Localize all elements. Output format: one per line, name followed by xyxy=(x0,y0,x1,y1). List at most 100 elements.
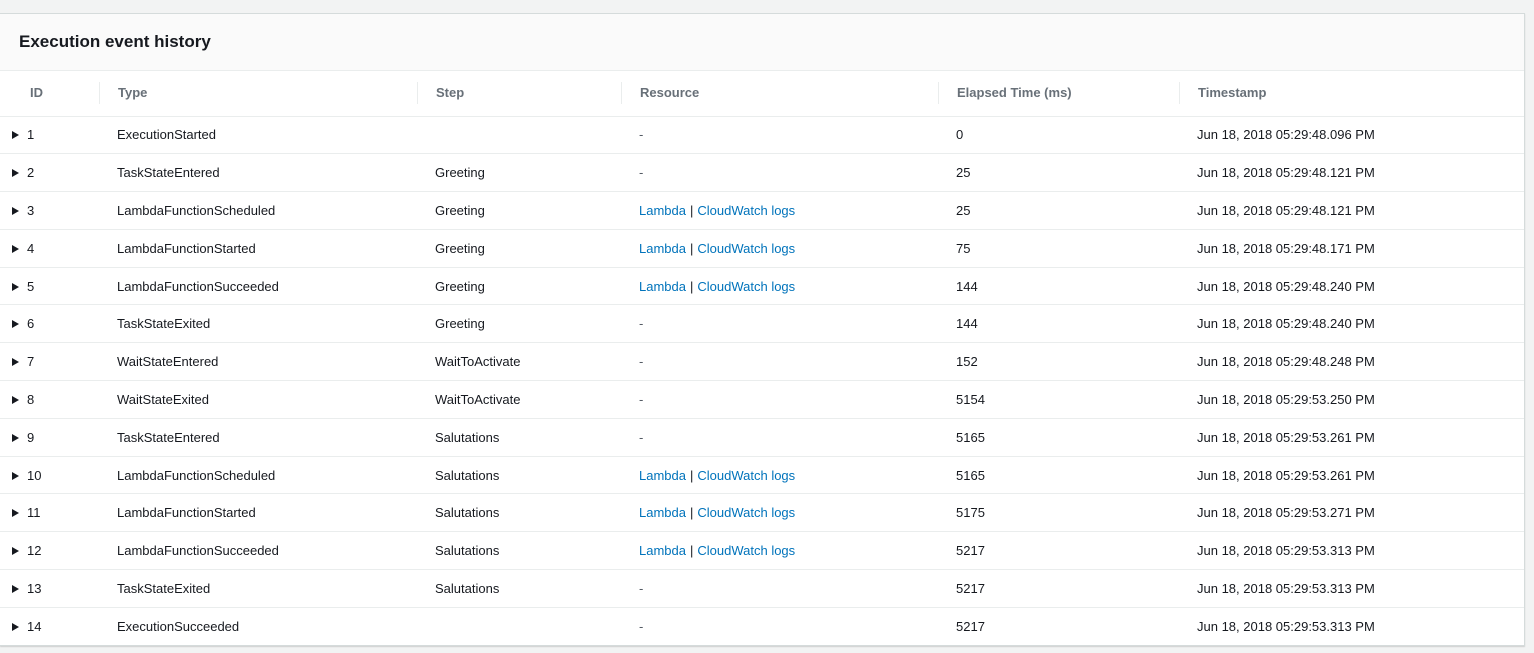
table-row[interactable]: 14 ExecutionSucceeded - 5217 Jun 18, 2018 … xyxy=(0,607,1524,645)
event-id: 9 xyxy=(27,429,35,445)
timestamp-cell: Jun 18, 2018 05:29:48.096 PM xyxy=(1179,116,1524,155)
link-separator: | xyxy=(689,467,694,483)
cloudwatch-logs-link[interactable]: CloudWatch logs xyxy=(697,241,795,256)
elapsed-time-cell: 75 xyxy=(938,229,1179,268)
cloudwatch-logs-link[interactable]: CloudWatch logs xyxy=(697,203,795,218)
caret-right-icon[interactable] xyxy=(12,244,19,253)
resource-cell: Lambda | CloudWatch logs xyxy=(621,267,938,306)
id-cell: 13 xyxy=(0,569,99,608)
caret-right-icon[interactable] xyxy=(12,282,19,291)
table-row[interactable]: 3 LambdaFunctionScheduled Greeting Lambda |… xyxy=(0,191,1524,230)
cloudwatch-logs-link[interactable]: CloudWatch logs xyxy=(697,468,795,483)
resource-empty: - xyxy=(639,127,644,143)
event-id: 10 xyxy=(27,467,42,483)
type-cell: LambdaFunctionSucceeded xyxy=(99,531,417,571)
cloudwatch-logs-link[interactable]: CloudWatch logs xyxy=(697,505,795,520)
event-id: 5 xyxy=(27,278,35,294)
cloudwatch-logs-link[interactable]: CloudWatch logs xyxy=(697,279,795,294)
table-row[interactable]: 1 ExecutionStarted - 0 Jun 18, 2018 05:29:… xyxy=(0,116,1524,155)
column-header-step[interactable]: Step xyxy=(417,71,621,117)
type-cell: LambdaFunctionStarted xyxy=(99,493,417,533)
timestamp-cell: Jun 18, 2018 05:29:48.248 PM xyxy=(1179,342,1524,382)
caret-right-icon[interactable] xyxy=(12,131,19,140)
type-cell: LambdaFunctionScheduled xyxy=(99,456,417,495)
caret-right-icon[interactable] xyxy=(12,206,19,215)
step-cell: Greeting xyxy=(417,153,621,193)
cloudwatch-logs-link[interactable]: CloudWatch logs xyxy=(697,543,795,558)
type-cell: LambdaFunctionSucceeded xyxy=(99,267,417,306)
caret-right-icon[interactable] xyxy=(12,320,19,329)
table-row[interactable]: 2 TaskStateEntered Greeting - 25 Jun 18, 20… xyxy=(0,153,1524,193)
table-row[interactable]: 7 WaitStateEntered WaitToActivate - 152 Jun… xyxy=(0,342,1524,382)
table-row[interactable]: 12 LambdaFunctionSucceeded Salutations Lam… xyxy=(0,531,1524,571)
type-cell: WaitStateEntered xyxy=(99,342,417,382)
event-history-table: ID Type Step Resource Elapsed Time (ms) … xyxy=(0,71,1524,645)
elapsed-time-cell: 152 xyxy=(938,342,1179,382)
column-header-timestamp[interactable]: Timestamp xyxy=(1179,71,1524,117)
panel-header: Execution event history xyxy=(0,14,1524,71)
step-cell: Greeting xyxy=(417,229,621,268)
resource-empty: - xyxy=(639,580,644,596)
id-cell: 6 xyxy=(0,304,99,344)
type-cell: LambdaFunctionScheduled xyxy=(99,191,417,230)
lambda-link[interactable]: Lambda xyxy=(639,505,686,520)
step-cell: Salutations xyxy=(417,493,621,533)
caret-right-icon[interactable] xyxy=(12,433,19,442)
caret-right-icon[interactable] xyxy=(12,623,19,631)
table-row[interactable]: 8 WaitStateExited WaitToActivate - 5154 Jun… xyxy=(0,380,1524,419)
execution-event-history-panel: Execution event history ID Type Step Res… xyxy=(0,13,1525,646)
timestamp-cell: Jun 18, 2018 05:29:53.313 PM xyxy=(1197,619,1375,634)
timestamp-cell: Jun 18, 2018 05:29:53.313 PM xyxy=(1179,531,1524,571)
caret-right-icon[interactable] xyxy=(12,169,19,178)
resource-cell: - xyxy=(621,342,938,382)
id-cell: 10 xyxy=(0,456,99,495)
elapsed-time-cell: 5165 xyxy=(938,456,1179,495)
table-row[interactable]: 5 LambdaFunctionSucceeded Greeting Lambda |… xyxy=(0,267,1524,306)
id-cell: 8 xyxy=(0,380,99,419)
lambda-link[interactable]: Lambda xyxy=(639,203,686,218)
type-cell: ExecutionSucceeded xyxy=(117,619,240,634)
column-header-label: Step xyxy=(417,82,621,105)
caret-right-icon[interactable] xyxy=(12,509,19,518)
table-header: ID Type Step Resource Elapsed Time (ms) … xyxy=(0,71,1524,117)
table-row[interactable]: 13 TaskStateExited Salutations - 5217 Jun 1… xyxy=(0,569,1524,608)
id-cell: 9 xyxy=(0,418,99,457)
column-header-elapsed-time[interactable]: Elapsed Time (ms) xyxy=(938,71,1179,117)
lambda-link[interactable]: Lambda xyxy=(639,468,686,483)
lambda-link[interactable]: Lambda xyxy=(639,543,686,558)
column-header-id[interactable]: ID xyxy=(0,71,99,117)
resource-empty: - xyxy=(639,165,644,181)
resource-cell: - xyxy=(621,607,938,645)
caret-right-icon[interactable] xyxy=(12,584,19,593)
lambda-link[interactable]: Lambda xyxy=(639,279,686,294)
resource-cell: Lambda | CloudWatch logs xyxy=(621,493,938,533)
table-row[interactable]: 10 LambdaFunctionScheduled Salutations Lam… xyxy=(0,456,1524,495)
elapsed-time-cell: 25 xyxy=(938,153,1179,193)
id-cell: 14 xyxy=(0,607,99,645)
timestamp-cell: Jun 18, 2018 05:29:48.121 PM xyxy=(1179,153,1524,193)
type-cell: LambdaFunctionStarted xyxy=(99,229,417,268)
table-row[interactable]: 11 LambdaFunctionStarted Salutations Lambd… xyxy=(0,493,1524,533)
table-row[interactable]: 9 TaskStateEntered Salutations - 5165 Jun 1… xyxy=(0,418,1524,457)
event-id: 14 xyxy=(27,619,42,634)
table-row[interactable]: 6 TaskStateExited Greeting - 144 Jun 18, 20… xyxy=(0,304,1524,344)
lambda-link[interactable]: Lambda xyxy=(639,241,686,256)
step-cell xyxy=(417,607,621,645)
resource-empty: - xyxy=(639,391,644,407)
elapsed-time-cell: 5217 xyxy=(956,619,985,634)
timestamp-cell: Jun 18, 2018 05:29:48.240 PM xyxy=(1179,304,1524,344)
caret-right-icon[interactable] xyxy=(12,395,19,404)
caret-right-icon[interactable] xyxy=(12,358,19,367)
id-cell: 1 xyxy=(0,116,99,155)
resource-cell: Lambda | CloudWatch logs xyxy=(621,229,938,268)
event-id: 6 xyxy=(27,316,35,332)
table-row[interactable]: 4 LambdaFunctionStarted Greeting Lambda | Cl… xyxy=(0,229,1524,268)
elapsed-time-cell: 144 xyxy=(938,267,1179,306)
resource-empty: - xyxy=(639,354,644,370)
step-cell: WaitToActivate xyxy=(417,380,621,419)
resource-cell: Lambda | CloudWatch logs xyxy=(621,531,938,571)
column-header-type[interactable]: Type xyxy=(99,71,417,117)
caret-right-icon[interactable] xyxy=(12,471,19,480)
caret-right-icon[interactable] xyxy=(12,547,19,556)
column-header-resource[interactable]: Resource xyxy=(621,71,938,117)
